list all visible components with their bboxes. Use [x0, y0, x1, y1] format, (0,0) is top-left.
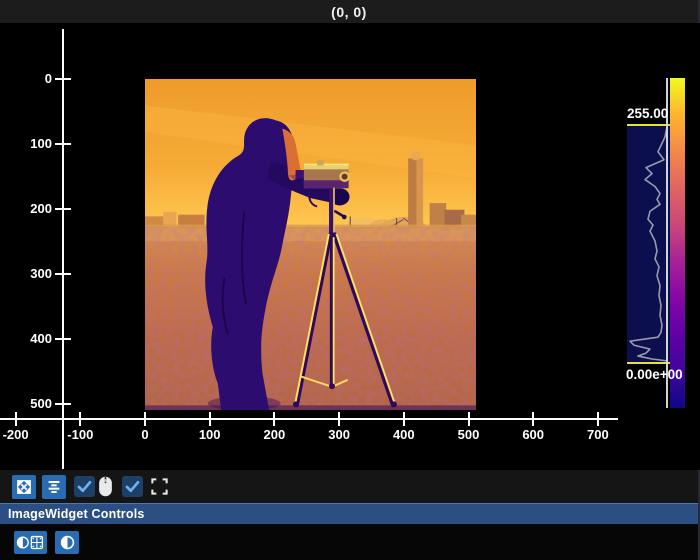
x-tick-mark: [403, 412, 405, 426]
x-tick-label: 400: [380, 427, 428, 442]
x-tick-mark: [15, 412, 17, 426]
plasma-colorbar: [670, 78, 685, 408]
x-tick-label: 700: [574, 427, 622, 442]
y-tick-label: 300: [8, 266, 52, 281]
controls-title: ImageWidget Controls: [8, 507, 145, 521]
x-tick-mark: [468, 412, 470, 426]
x-tick-mark: [144, 412, 146, 426]
x-axis: [0, 418, 618, 420]
subplot-title: (0, 0): [331, 4, 367, 20]
expand-arrows-icon: [16, 479, 32, 495]
x-tick-label: 300: [315, 427, 363, 442]
x-tick-label: 200: [250, 427, 298, 442]
contrast-film-icon: [16, 534, 45, 551]
reset-vminvmax-stack-button[interactable]: [14, 531, 47, 554]
corners-icon: [150, 477, 169, 496]
x-tick-mark: [273, 412, 275, 426]
x-tick-label: -100: [56, 427, 104, 442]
y-tick-label: 100: [8, 136, 52, 151]
panzoom-checkbox[interactable]: [74, 476, 95, 497]
y-tick-label: 0: [8, 71, 52, 86]
lut-axis-line: [666, 78, 668, 408]
x-tick-label: 500: [445, 427, 493, 442]
x-tick-mark: [597, 412, 599, 426]
imagewidget-controls-panel: [0, 524, 698, 560]
y-tick-label: 200: [8, 201, 52, 216]
x-tick-label: 100: [186, 427, 234, 442]
x-tick-label: -200: [0, 427, 40, 442]
y-tick-label: 500: [8, 396, 52, 411]
plot-canvas[interactable]: -200 -100 0 100 200 300 400 500 600 700 0 100 200 300…: [0, 23, 700, 470]
plot-toolbar: [0, 470, 698, 503]
y-tick-mark: [55, 338, 71, 340]
lut-max-label[interactable]: 255.00: [627, 106, 687, 121]
y-tick-label: 400: [8, 331, 52, 346]
check-icon: [76, 478, 93, 495]
center-scene-button[interactable]: [42, 475, 66, 499]
maintain-aspect-checkbox[interactable]: [122, 476, 143, 497]
lut-min-label[interactable]: 0.00e+00: [626, 367, 700, 382]
subplot-title-bar: (0, 0): [0, 0, 698, 23]
contrast-icon: [59, 534, 76, 551]
x-tick-mark: [532, 412, 534, 426]
align-center-icon: [46, 479, 62, 495]
y-tick-mark: [55, 78, 71, 80]
y-tick-mark: [55, 273, 71, 275]
x-tick-mark: [79, 412, 81, 426]
x-tick-label: 0: [121, 427, 169, 442]
x-tick-label: 600: [509, 427, 557, 442]
y-tick-mark: [55, 143, 71, 145]
autoscale-button[interactable]: [12, 475, 36, 499]
imagewidget-app: (0, 0) -200 -100 0 100 200 300 400 500 600 700 0 10…: [0, 0, 700, 560]
reset-vminvmax-button[interactable]: [55, 531, 79, 554]
y-tick-mark: [55, 403, 71, 405]
check-icon: [124, 478, 141, 495]
x-tick-mark: [209, 412, 211, 426]
y-tick-mark: [55, 208, 71, 210]
imagewidget-controls-bar: ImageWidget Controls: [0, 503, 698, 524]
x-tick-mark: [338, 412, 340, 426]
cameraman-image: [145, 79, 476, 410]
mouse-icon: [97, 475, 114, 498]
